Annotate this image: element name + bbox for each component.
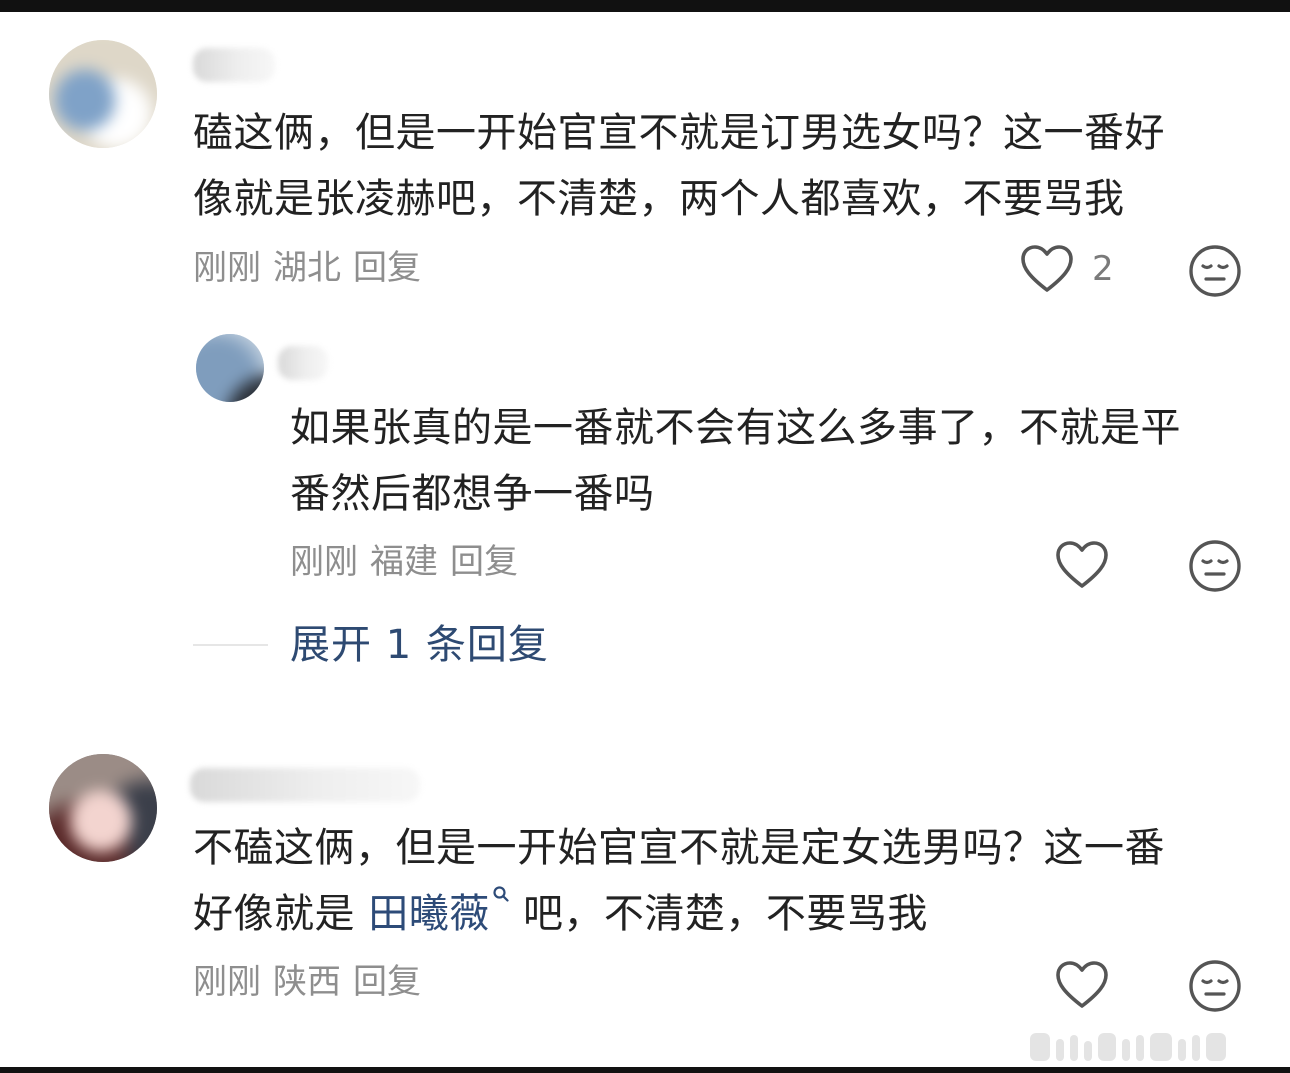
mention-text: 田曦薇 bbox=[368, 891, 490, 937]
reply-button[interactable]: 回复 bbox=[450, 542, 518, 582]
comment-time: 刚刚 bbox=[193, 962, 261, 1002]
avatar[interactable] bbox=[49, 40, 157, 148]
heart-outline-icon bbox=[1021, 245, 1073, 292]
comment-text-line: 磕这俩，但是一开始官宣不就是订男选女吗？这一番好 bbox=[193, 110, 1165, 156]
search-icon bbox=[493, 886, 509, 902]
neutral-face-icon[interactable] bbox=[1188, 959, 1242, 1013]
heart-outline-icon bbox=[1056, 541, 1108, 588]
neutral-face-icon[interactable] bbox=[1188, 244, 1242, 298]
username-blurred[interactable] bbox=[190, 768, 420, 802]
comment-text-line: 好像就是 田曦薇 吧，不清楚，不要骂我 bbox=[193, 881, 1165, 947]
reply-button[interactable]: 回复 bbox=[353, 962, 421, 1002]
username-blurred[interactable] bbox=[193, 48, 275, 82]
reply-button[interactable]: 回复 bbox=[353, 248, 421, 288]
comment-meta: 刚刚 福建 回复 bbox=[290, 542, 530, 582]
comment-time: 刚刚 bbox=[290, 542, 358, 582]
like-button[interactable]: 2 bbox=[1020, 244, 1114, 294]
comment-text: 不磕这俩，但是一开始官宣不就是定女选男吗？这一番 好像就是 田曦薇 吧，不清楚，… bbox=[193, 815, 1165, 947]
avatar[interactable] bbox=[196, 334, 264, 402]
comment-list: 磕这俩，但是一开始官宣不就是订男选女吗？这一番好 像就是张凌赫吧，不清楚，两个人… bbox=[0, 12, 1290, 1067]
comment-text-segment: 好像就是 bbox=[193, 891, 355, 937]
comment-location: 陕西 bbox=[273, 962, 341, 1002]
expand-replies-label: 展开 1 条回复 bbox=[290, 622, 549, 668]
comment-location: 湖北 bbox=[273, 248, 341, 288]
expand-replies-button[interactable]: 展开 1 条回复 bbox=[193, 622, 549, 668]
comment-text: 如果张真的是一番就不会有这么多事了，不就是平 番然后都想争一番吗 bbox=[290, 395, 1181, 527]
comment-text-line: 番然后都想争一番吗 bbox=[290, 471, 655, 517]
mention-link[interactable]: 田曦薇 bbox=[368, 886, 510, 937]
comment-text-line: 不磕这俩，但是一开始官宣不就是定女选男吗？这一番 bbox=[193, 825, 1165, 871]
avatar[interactable] bbox=[49, 754, 157, 862]
comment-text-segment: 吧，不清楚，不要骂我 bbox=[522, 891, 928, 937]
comment-location: 福建 bbox=[370, 542, 438, 582]
comment-text-line: 像就是张凌赫吧，不清楚，两个人都喜欢，不要骂我 bbox=[193, 176, 1125, 222]
username-blurred[interactable] bbox=[278, 346, 328, 380]
comment-meta: 刚刚 湖北 回复 bbox=[193, 248, 433, 288]
divider bbox=[193, 644, 268, 646]
comment-text: 磕这俩，但是一开始官宣不就是订男选女吗？这一番好 像就是张凌赫吧，不清楚，两个人… bbox=[193, 100, 1165, 232]
like-button[interactable] bbox=[1055, 540, 1109, 590]
watermark-logo bbox=[1030, 1027, 1280, 1061]
comment-meta: 刚刚 陕西 回复 bbox=[193, 962, 433, 1002]
neutral-face-icon[interactable] bbox=[1188, 539, 1242, 593]
comment-time: 刚刚 bbox=[193, 248, 261, 288]
comment-text-line: 如果张真的是一番就不会有这么多事了，不就是平 bbox=[290, 405, 1181, 451]
like-count: 2 bbox=[1092, 249, 1114, 289]
like-button[interactable] bbox=[1055, 960, 1109, 1010]
heart-outline-icon bbox=[1056, 961, 1108, 1008]
